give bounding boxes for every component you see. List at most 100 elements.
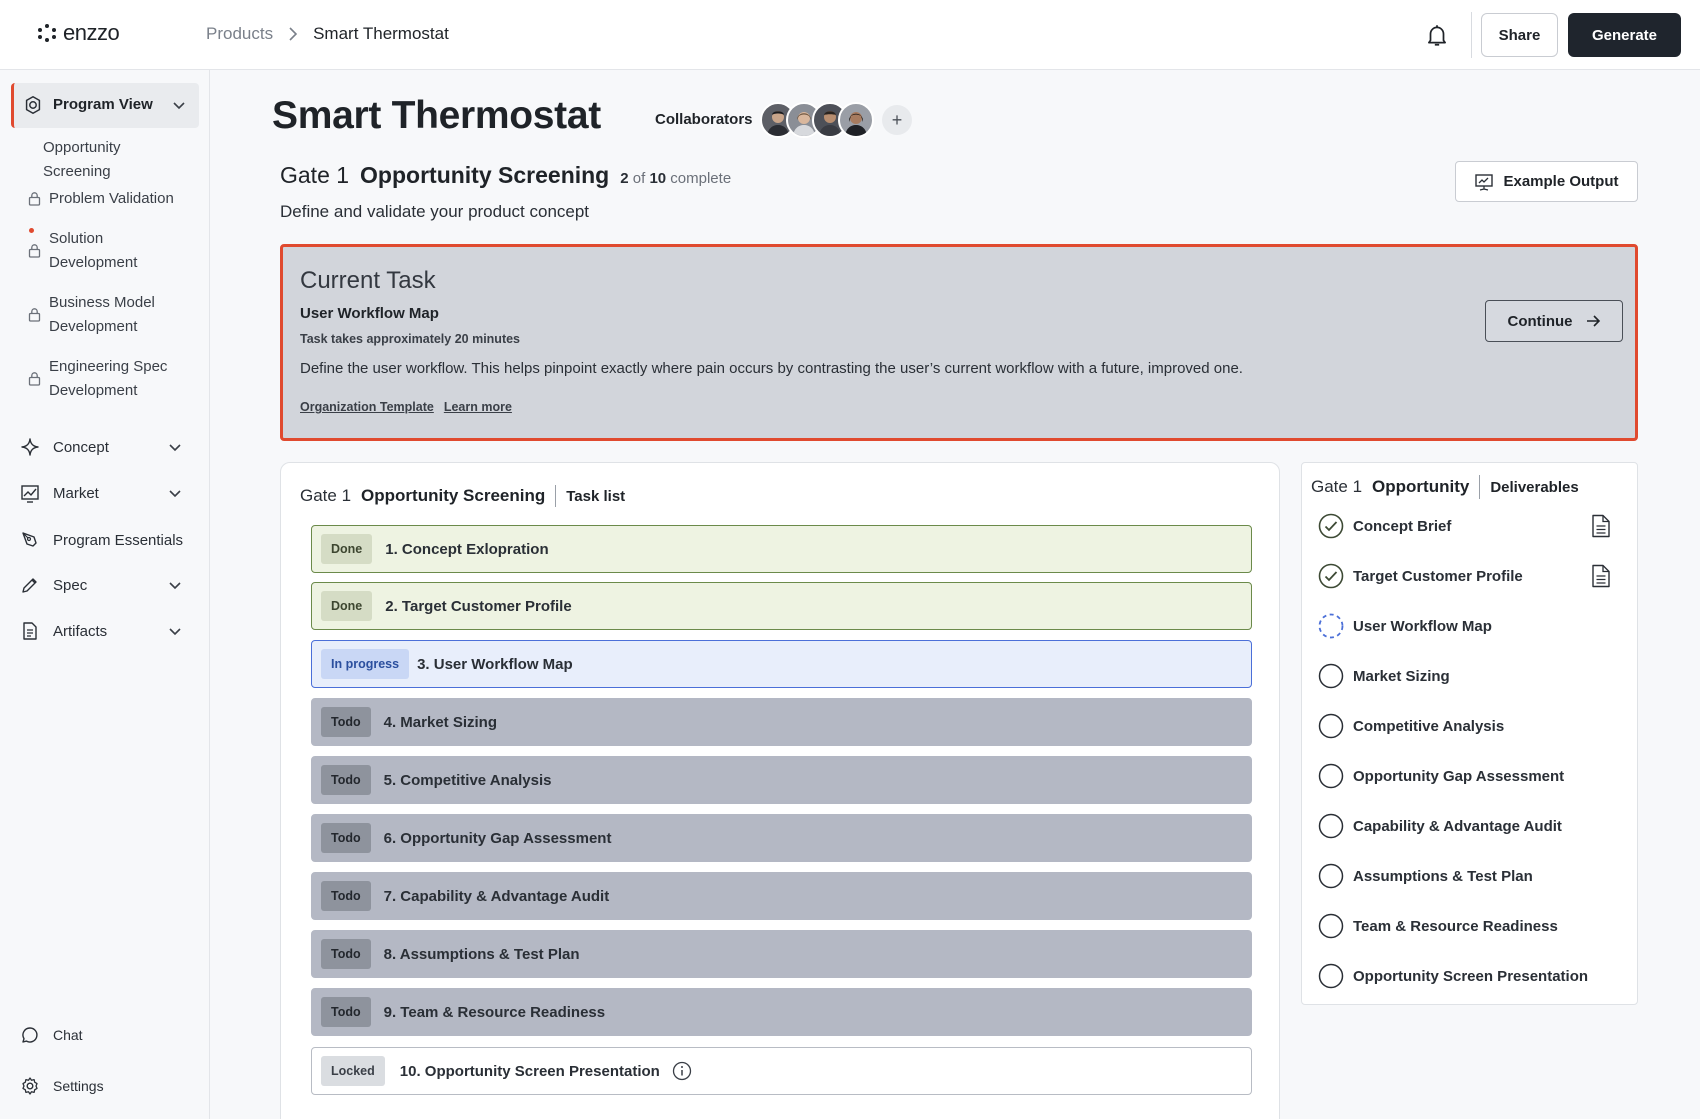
sidebar-item-spec[interactable]: Spec (20, 570, 190, 600)
document-icon (23, 622, 37, 640)
deliverable-item[interactable]: Competitive Analysis (1318, 711, 1618, 741)
task-row[interactable]: Todo 6. Opportunity Gap Assessment (311, 814, 1252, 862)
lock-icon (28, 308, 41, 322)
info-icon[interactable] (672, 1061, 692, 1081)
status-badge: Todo (321, 707, 371, 737)
sidebar-item-chat[interactable]: Chat (20, 1020, 190, 1050)
status-badge: Locked (321, 1056, 385, 1086)
status-badge: Done (321, 534, 373, 564)
add-collaborator-button[interactable]: + (882, 105, 912, 135)
deliverables-gate-label: Gate 1 (1311, 477, 1363, 496)
bell-icon[interactable] (1424, 22, 1450, 48)
deliverable-item[interactable]: Team & Resource Readiness (1318, 911, 1618, 941)
continue-button[interactable]: Continue (1485, 300, 1623, 342)
deliverable-item[interactable]: Target Customer Profile (1318, 561, 1618, 591)
example-output-button[interactable]: Example Output (1455, 161, 1638, 202)
chevron-down-icon (169, 444, 181, 452)
generate-button[interactable]: Generate (1568, 13, 1681, 57)
task-row[interactable]: In progress 3. User Workflow Map (311, 640, 1252, 688)
sidebar-item-label: Spec (53, 576, 88, 594)
organization-template-link[interactable]: Organization Template (300, 400, 434, 414)
sidebar-item-concept[interactable]: Concept (20, 432, 190, 462)
divider (1471, 12, 1472, 58)
breadcrumb-products-link[interactable]: Products (206, 24, 273, 44)
gate-heading: Gate 1 Opportunity Screening 2 of 10 com… (280, 162, 731, 189)
deliverables-gate-name: Opportunity (1372, 477, 1470, 496)
empty-circle-icon (1318, 863, 1344, 889)
task-name: 5. Competitive Analysis (383, 771, 552, 789)
deliverable-name: Team & Resource Readiness (1353, 917, 1558, 935)
progress-of: of (632, 170, 646, 187)
sidebar-item-program-essentials[interactable]: Program Essentials (20, 525, 205, 555)
page-title: Smart Thermostat (272, 94, 601, 137)
document-icon[interactable] (1590, 564, 1612, 588)
pen-tool-icon (22, 532, 37, 547)
progress-done: 2 (620, 170, 629, 187)
task-list-panel: Gate 1 Opportunity Screening Task list D… (280, 462, 1280, 1119)
pencil-icon (22, 578, 37, 593)
continue-label: Continue (1507, 312, 1573, 330)
current-task-description: Define the user workflow. This helps pin… (300, 360, 1243, 377)
sidebar-item-label: Market (53, 484, 99, 502)
task-row[interactable]: Locked 10. Opportunity Screen Presentati… (311, 1047, 1252, 1095)
sidebar-item-solution-development[interactable]: Solution Development (28, 227, 208, 275)
sidebar-item-artifacts[interactable]: Artifacts (20, 616, 190, 646)
sidebar-item-opportunity-screening[interactable]: Opportunity Screening (43, 136, 203, 184)
in-progress-circle-icon (1318, 613, 1344, 639)
chevron-down-icon (169, 490, 181, 498)
empty-circle-icon (1318, 963, 1344, 989)
program-view-toggle[interactable]: Program View (11, 83, 199, 128)
tab-task-list[interactable]: Task list (566, 488, 625, 505)
check-circle-icon (1318, 563, 1344, 589)
program-view-label: Program View (53, 96, 153, 113)
deliverable-item[interactable]: Capability & Advantage Audit (1318, 811, 1618, 841)
sidebar-item-label: Artifacts (53, 622, 108, 640)
deliverable-item[interactable]: Opportunity Screen Presentation (1318, 961, 1618, 991)
lock-icon (28, 372, 41, 386)
task-row[interactable]: Todo 5. Competitive Analysis (311, 756, 1252, 804)
share-button[interactable]: Share (1481, 13, 1558, 57)
logo-text: enzzo (63, 20, 120, 45)
deliverable-item[interactable]: Concept Brief (1318, 511, 1618, 541)
task-row[interactable]: Todo 8. Assumptions & Test Plan (311, 930, 1252, 978)
program-icon (25, 96, 41, 114)
tab-deliverables[interactable]: Deliverables (1490, 479, 1578, 496)
task-name: 3. User Workflow Map (417, 655, 573, 673)
task-row[interactable]: Todo 7. Capability & Advantage Audit (311, 872, 1252, 920)
avatar[interactable] (838, 102, 874, 138)
arrow-right-icon (1586, 315, 1600, 327)
breadcrumb-current: Smart Thermostat (313, 24, 449, 43)
task-row[interactable]: Done 2. Target Customer Profile (311, 582, 1252, 630)
current-task-links: Organization Template Learn more (300, 400, 512, 414)
task-row[interactable]: Todo 9. Team & Resource Readiness (311, 988, 1252, 1036)
task-name: 8. Assumptions & Test Plan (383, 945, 580, 963)
deliverable-item[interactable]: User Workflow Map (1318, 611, 1618, 641)
task-name: 4. Market Sizing (383, 713, 497, 731)
logo[interactable]: enzzo (38, 20, 120, 46)
empty-circle-icon (1318, 663, 1344, 689)
presentation-icon (1475, 173, 1494, 191)
task-name: 9. Team & Resource Readiness (383, 1003, 606, 1021)
deliverables-header: Gate 1 Opportunity Deliverables (1311, 475, 1579, 499)
task-row[interactable]: Todo 4. Market Sizing (311, 698, 1252, 746)
deliverable-item[interactable]: Opportunity Gap Assessment (1318, 761, 1618, 791)
chevron-down-icon (169, 628, 181, 636)
status-badge: Done (321, 591, 373, 621)
learn-more-link[interactable]: Learn more (444, 400, 512, 414)
chat-label: Chat (53, 1027, 83, 1043)
document-icon[interactable] (1590, 514, 1612, 538)
gate-label: Gate 1 (280, 162, 350, 188)
sidebar-item-business-model-development[interactable]: Business Model Development (28, 291, 208, 339)
task-list-gate-label: Gate 1 (300, 486, 352, 505)
empty-circle-icon (1318, 913, 1344, 939)
task-row[interactable]: Done 1. Concept Exlopration (311, 525, 1252, 573)
sidebar-item-engineering-spec-development[interactable]: Engineering Spec Development (28, 355, 208, 403)
sidebar-item-problem-validation[interactable]: Problem Validation (28, 187, 208, 211)
sidebar-item-label: Concept (53, 438, 109, 456)
deliverable-item[interactable]: Assumptions & Test Plan (1318, 861, 1618, 891)
sidebar-item-settings[interactable]: Settings (20, 1071, 190, 1101)
sidebar-item-market[interactable]: Market (20, 478, 190, 508)
deliverables-panel: Gate 1 Opportunity Deliverables Concept … (1301, 462, 1638, 1005)
sparkle-icon (21, 438, 39, 456)
deliverable-item[interactable]: Market Sizing (1318, 661, 1618, 691)
